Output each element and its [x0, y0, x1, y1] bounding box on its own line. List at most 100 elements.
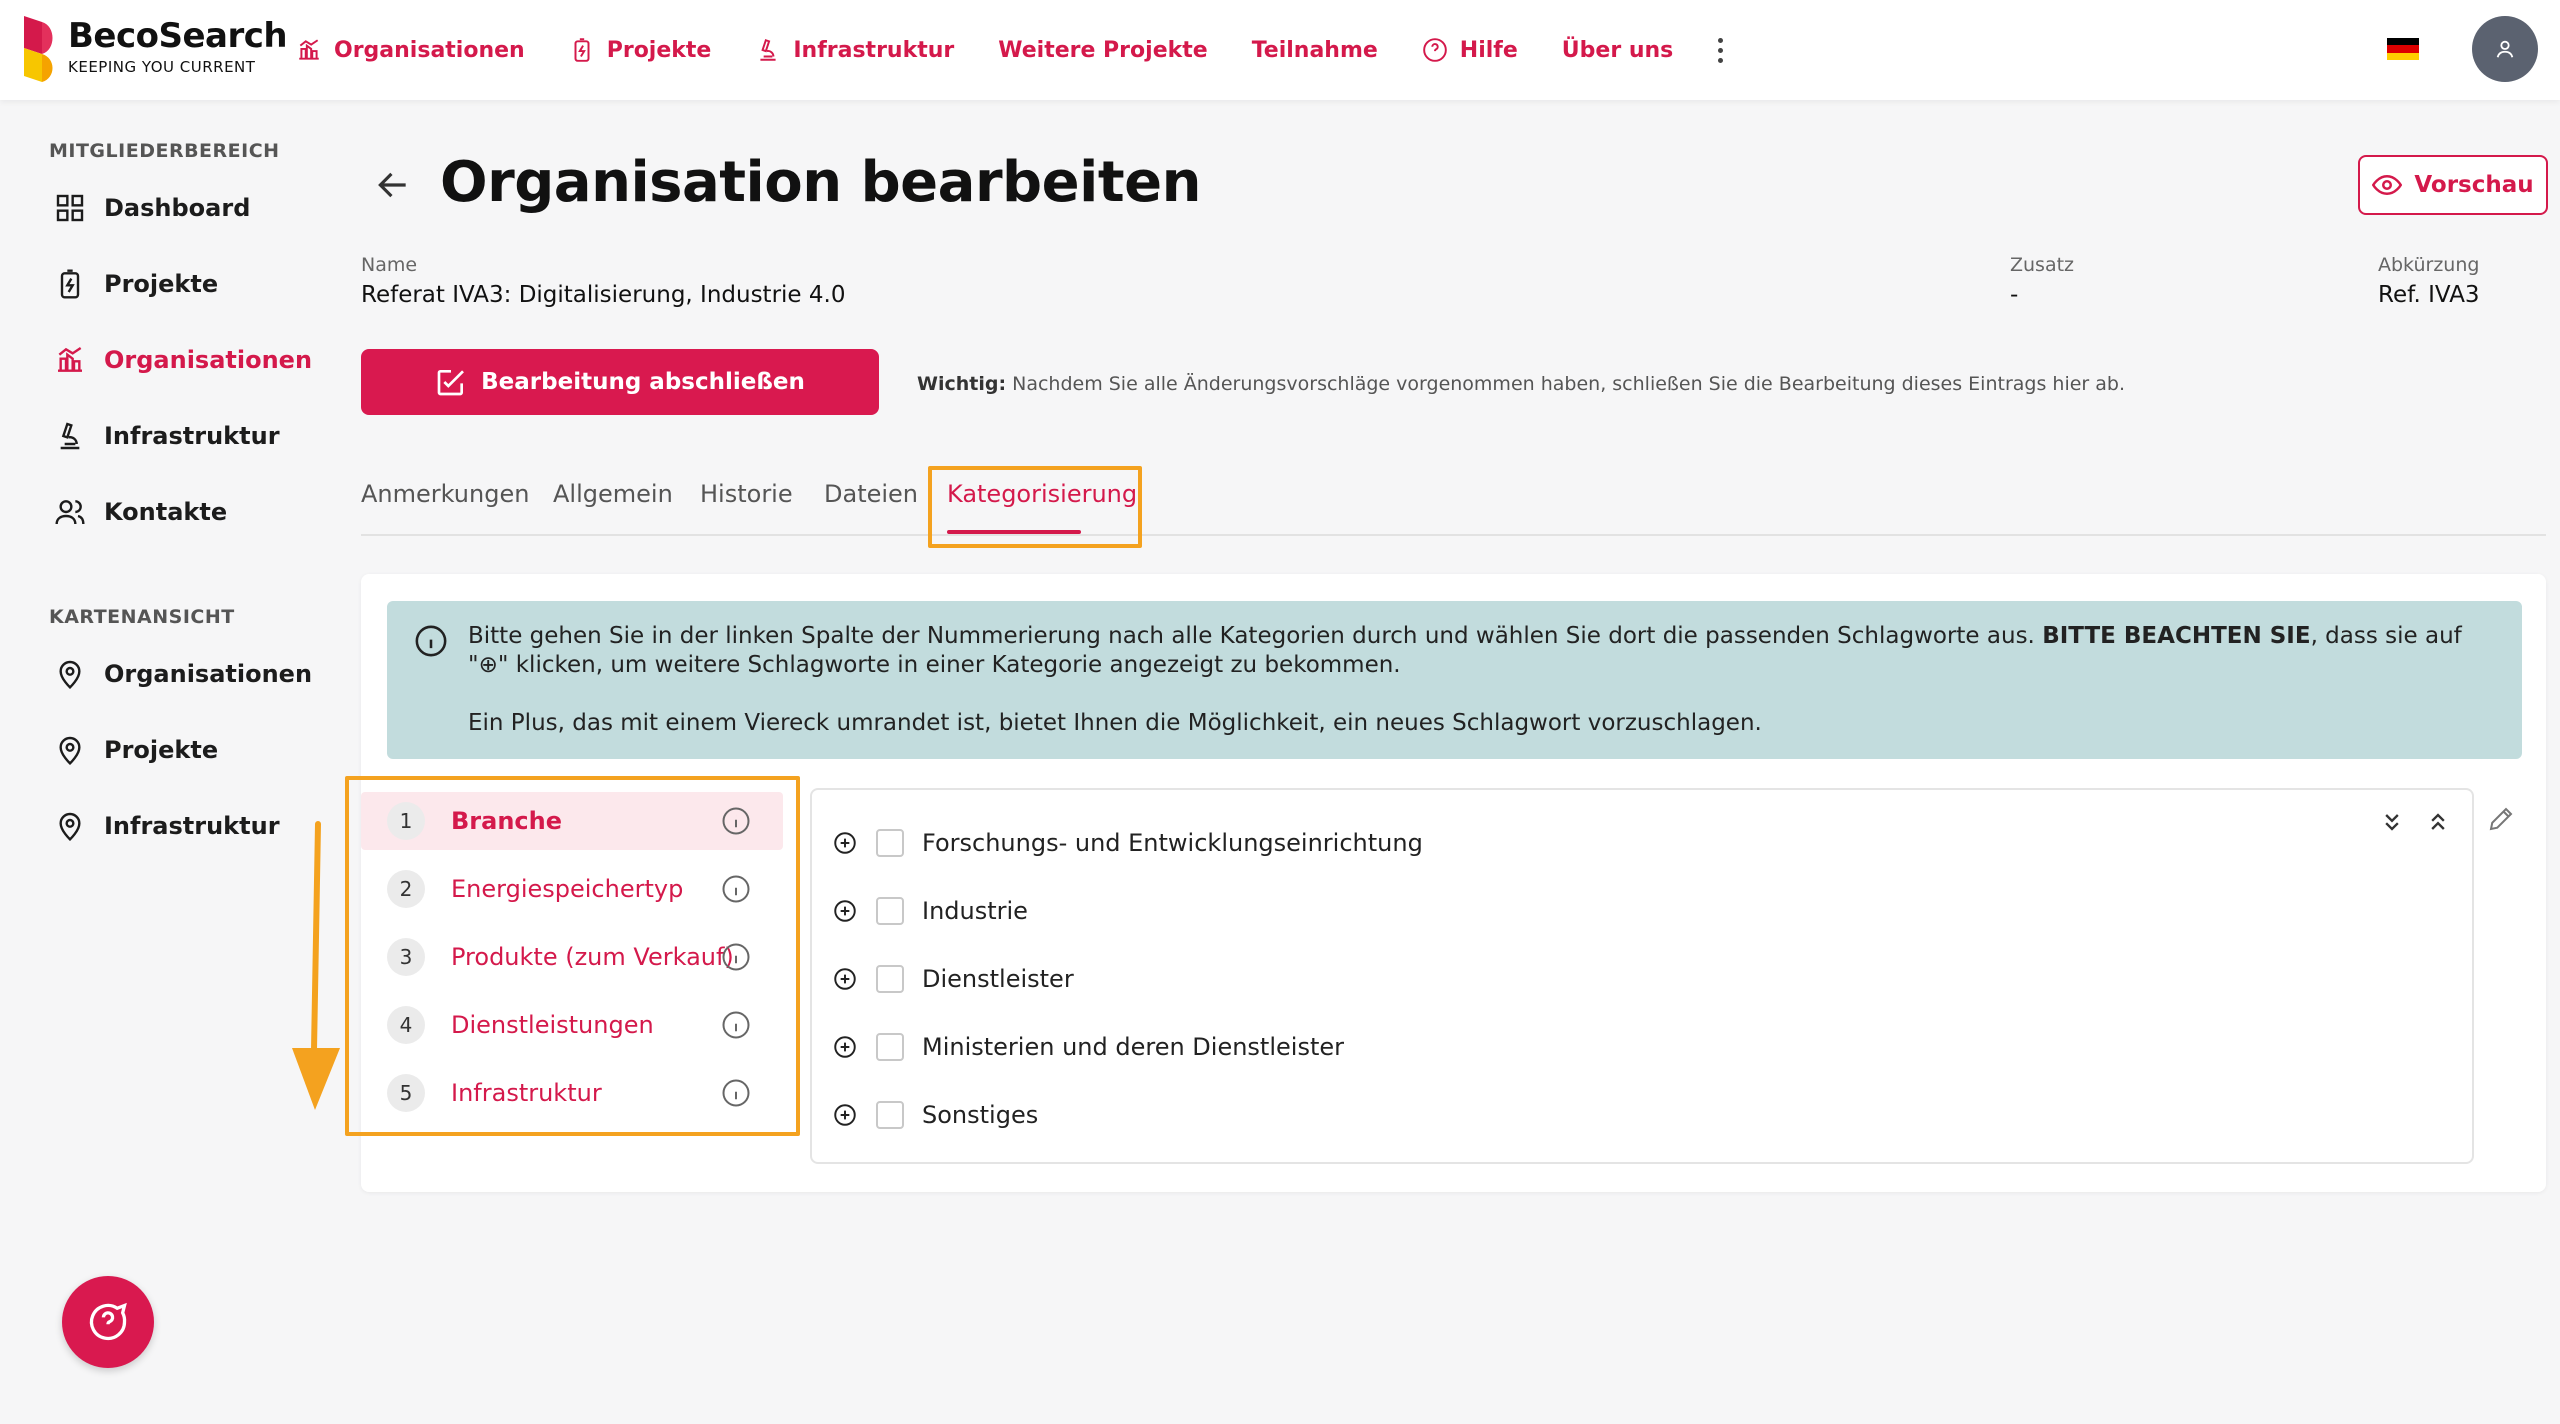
plus-circle-icon[interactable] — [832, 898, 858, 924]
info-text-2: Ein Plus, das mit einem Viereck umrandet… — [468, 710, 1762, 736]
keyword-label: Dienstleister — [922, 965, 1074, 993]
map-pin-icon — [59, 812, 81, 841]
sidebar-heading-map: KARTENANSICHT — [49, 606, 235, 628]
avatar[interactable] — [2472, 16, 2538, 82]
chart-building-icon — [58, 347, 82, 372]
logo-name: BecoSearch — [68, 16, 288, 56]
keyword-checkbox[interactable] — [876, 1033, 904, 1061]
edit-check-icon — [437, 370, 465, 396]
nav-ueber-uns[interactable]: Über uns — [1562, 38, 1673, 63]
nav-label: Infrastruktur — [793, 37, 955, 63]
nav-teilnahme[interactable]: Teilnahme — [1252, 38, 1378, 63]
sidebar-item-dashboard[interactable]: Dashboard — [54, 192, 250, 224]
zusatz-label: Zusatz — [2010, 254, 2075, 276]
sidebar-item-map-projekte[interactable]: Projekte — [54, 734, 218, 766]
sidebar-item-label: Projekte — [104, 736, 219, 764]
pencil-icon[interactable] — [2486, 804, 2516, 834]
sidebar-heading-members: MITGLIEDERBEREICH — [49, 140, 280, 162]
sidebar-item-label: Infrastruktur — [104, 422, 280, 450]
tab-historie[interactable]: Historie — [700, 480, 793, 508]
plus-circle-icon[interactable] — [832, 966, 858, 992]
question-circle-icon — [1422, 38, 1447, 62]
keyword-row: Forschungs- und Entwicklungseinrichtung — [832, 829, 1423, 857]
important-bold: Wichtig: — [917, 373, 1007, 395]
sidebar-item-label: Infrastruktur — [104, 812, 280, 840]
nav-infrastruktur[interactable]: Infrastruktur — [755, 37, 954, 63]
down-arrow-annotation-icon — [292, 821, 340, 1110]
nav-organisationen[interactable]: Organisationen — [296, 37, 525, 63]
finish-label: Bearbeitung abschließen — [481, 369, 805, 395]
keyword-label: Sonstiges — [922, 1101, 1039, 1129]
tab-dateien[interactable]: Dateien — [824, 480, 918, 508]
abkuerzung-label: Abkürzung — [2378, 254, 2480, 276]
sidebar-item-projekte[interactable]: Projekte — [54, 268, 218, 300]
nav-label: Über uns — [1561, 37, 1674, 63]
map-pin-icon — [59, 660, 81, 689]
german-flag-icon[interactable] — [2387, 38, 2419, 60]
sidebar-item-infrastruktur[interactable]: Infrastruktur — [54, 420, 280, 452]
collapse-all-icon[interactable] — [2424, 808, 2452, 836]
info-icon — [415, 625, 447, 657]
top-navbar: BecoSearch KEEPING YOU CURRENT Organisat… — [0, 0, 2560, 100]
main-nav: Organisationen Projekte Infrastruktur We… — [296, 0, 1733, 100]
tab-allgemein[interactable]: Allgemein — [553, 480, 673, 508]
sidebar-item-kontakte[interactable]: Kontakte — [54, 496, 227, 528]
tab-anmerkungen[interactable]: Anmerkungen — [361, 480, 529, 508]
sidebar: MITGLIEDERBEREICH Dashboard Projekte Org… — [0, 100, 330, 1424]
info-text-part-a: Bitte gehen Sie in der linken Spalte der… — [468, 623, 2043, 649]
name-value: Referat IVA3: Digitalisierung, Industrie… — [361, 282, 846, 308]
sidebar-item-map-infrastruktur[interactable]: Infrastruktur — [54, 810, 280, 842]
info-text-1: Bitte gehen Sie in der linken Spalte der… — [468, 622, 2498, 680]
plus-circle-icon[interactable] — [832, 1102, 858, 1128]
finish-editing-button[interactable]: Bearbeitung abschließen — [361, 349, 879, 415]
keyword-label: Industrie — [922, 897, 1028, 925]
nav-label: Hilfe — [1459, 37, 1518, 63]
logo[interactable]: BecoSearch KEEPING YOU CURRENT — [22, 14, 288, 84]
keyword-checkbox[interactable] — [876, 897, 904, 925]
nav-weitere-projekte[interactable]: Weitere Projekte — [998, 38, 1207, 63]
nav-projekte[interactable]: Projekte — [569, 37, 712, 63]
help-chat-button[interactable] — [62, 1276, 154, 1368]
keyword-row: Industrie — [832, 897, 1028, 925]
keyword-row: Dienstleister — [832, 965, 1074, 993]
info-text-bold: BITTE BEACHTEN SIE — [2042, 623, 2311, 649]
plus-circle-icon[interactable] — [832, 830, 858, 856]
preview-button[interactable]: Vorschau — [2358, 155, 2548, 215]
logo-tagline: KEEPING YOU CURRENT — [68, 58, 256, 76]
battery-icon — [574, 38, 590, 62]
page-title: Organisation bearbeiten — [440, 150, 1201, 215]
keyword-label: Forschungs- und Entwicklungseinrichtung — [922, 829, 1423, 857]
user-icon — [2496, 40, 2514, 58]
nav-label: Projekte — [606, 37, 712, 63]
battery-icon — [60, 269, 80, 299]
nav-label: Teilnahme — [1251, 37, 1378, 63]
logo-mark-icon — [24, 16, 53, 82]
users-icon — [55, 500, 85, 525]
more-menu-icon[interactable] — [1707, 30, 1733, 70]
microscope-icon — [60, 422, 80, 450]
chart-building-icon — [299, 39, 319, 60]
preview-label: Vorschau — [2414, 172, 2534, 198]
chat-question-icon — [89, 1302, 127, 1341]
sidebar-item-organisationen[interactable]: Organisationen — [54, 344, 312, 376]
important-note: Wichtig: Nachdem Sie alle Änderungsvorsc… — [917, 373, 2125, 395]
keyword-row: Ministerien und deren Dienstleister — [832, 1033, 1344, 1061]
keyword-checkbox[interactable] — [876, 965, 904, 993]
keyword-checkbox[interactable] — [876, 1101, 904, 1129]
expand-all-icon[interactable] — [2378, 808, 2406, 836]
plus-circle-icon[interactable] — [832, 1034, 858, 1060]
sidebar-item-map-organisationen[interactable]: Organisationen — [54, 658, 312, 690]
highlight-box-categories — [345, 776, 800, 1136]
tab-bar: Anmerkungen Allgemein Historie Dateien K… — [361, 470, 2546, 536]
highlight-box-tab — [928, 466, 1142, 548]
abkuerzung-value: Ref. IVA3 — [2378, 282, 2480, 308]
nav-label: Weitere Projekte — [998, 37, 1208, 63]
name-label: Name — [361, 254, 418, 276]
microscope-icon — [760, 39, 776, 61]
keyword-checkbox[interactable] — [876, 829, 904, 857]
keyword-label: Ministerien und deren Dienstleister — [922, 1033, 1344, 1061]
sidebar-item-label: Projekte — [104, 270, 219, 298]
sidebar-item-label: Organisationen — [104, 660, 313, 688]
nav-hilfe[interactable]: Hilfe — [1422, 37, 1518, 63]
back-arrow-icon[interactable] — [374, 166, 412, 204]
